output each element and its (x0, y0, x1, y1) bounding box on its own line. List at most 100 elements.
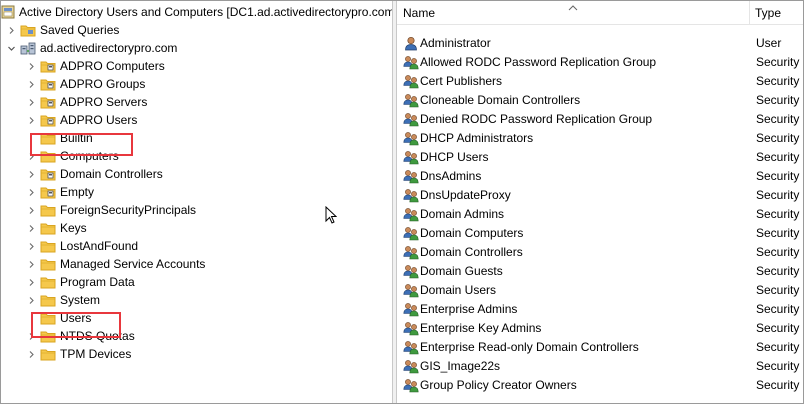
ou-folder-icon (40, 167, 56, 181)
list-row-name: GIS_Image22s (420, 359, 501, 373)
console-tree-pane[interactable]: Active Directory Users and Computers [DC… (1, 1, 392, 403)
list-row[interactable]: Cloneable Domain Controllers Security (397, 91, 803, 110)
list-row[interactable]: DHCP Administrators Security (397, 129, 803, 148)
list-row[interactable]: Cert Publishers Security (397, 72, 803, 91)
list-row-name: DHCP Users (420, 150, 489, 164)
list-row[interactable]: Domain Users Security (397, 281, 803, 300)
tree-item[interactable]: ADPRO Users (1, 111, 392, 129)
chevron-right-icon[interactable] (25, 255, 37, 273)
chevron-right-icon[interactable] (25, 57, 37, 75)
list-row-name: Allowed RODC Password Replication Group (420, 55, 657, 69)
tree-item[interactable]: Saved Queries (1, 21, 392, 39)
group-icon (403, 359, 419, 374)
chevron-right-icon[interactable] (25, 345, 37, 363)
tree-item[interactable]: Domain Controllers (1, 165, 392, 183)
list-row-type: Security (756, 150, 800, 164)
chevron-right-icon[interactable] (5, 21, 17, 39)
domain-icon (20, 41, 36, 55)
folder-icon (40, 293, 56, 307)
list-row-type: Security (756, 359, 800, 373)
tree-item-label: ADPRO Computers (60, 59, 165, 73)
column-header-type[interactable]: Type (755, 1, 781, 25)
list-row-type: Security (756, 226, 800, 240)
list-row[interactable]: Allowed RODC Password Replication Group S… (397, 53, 803, 72)
list-row-type: Security (756, 55, 800, 69)
list-row[interactable]: Enterprise Read-only Domain Controllers S… (397, 338, 803, 357)
tree-item-label: Keys (60, 221, 87, 235)
list-row-type: Security (756, 283, 800, 297)
tree-item[interactable]: ADPRO Servers (1, 93, 392, 111)
list-row-name: Domain Users (420, 283, 497, 297)
list-row-name: Domain Guests (420, 264, 503, 278)
list-row-name: Enterprise Admins (420, 302, 518, 316)
list-row-name: Administrator (420, 36, 491, 50)
tree-item-label: ADPRO Servers (60, 95, 148, 109)
group-icon (403, 188, 419, 203)
list-row-type: Security (756, 302, 800, 316)
list-row[interactable]: Domain Controllers Security (397, 243, 803, 262)
list-row[interactable]: Domain Guests Security (397, 262, 803, 281)
chevron-right-icon[interactable] (25, 273, 37, 291)
list-row-name: Denied RODC Password Replication Group (420, 112, 653, 126)
tree-item[interactable]: System (1, 291, 392, 309)
list-row-type: Security (756, 188, 800, 202)
list-row-name: Domain Controllers (420, 245, 523, 259)
list-row-type: Security (756, 93, 800, 107)
list-row[interactable]: Enterprise Key Admins Security (397, 319, 803, 338)
sort-ascending-icon (568, 5, 578, 11)
chevron-right-icon[interactable] (25, 237, 37, 255)
list-row-type: Security (756, 245, 800, 259)
group-icon (403, 207, 419, 222)
list-row[interactable]: Enterprise Admins Security (397, 300, 803, 319)
tree-root-label: Active Directory Users and Computers [DC… (19, 5, 392, 19)
tree-item[interactable]: ADPRO Groups (1, 75, 392, 93)
chevron-right-icon[interactable] (25, 165, 37, 183)
list-row[interactable]: DHCP Users Security (397, 148, 803, 167)
chevron-right-icon[interactable] (25, 75, 37, 93)
list-row[interactable]: Denied RODC Password Replication Group Se… (397, 110, 803, 129)
column-separator[interactable] (749, 1, 750, 25)
folder-icon (40, 257, 56, 271)
tree-item[interactable]: Empty (1, 183, 392, 201)
tree-item-label: ADPRO Groups (60, 77, 146, 91)
tree-item[interactable]: LostAndFound (1, 237, 392, 255)
chevron-right-icon[interactable] (25, 291, 37, 309)
tree-item[interactable]: Program Data (1, 273, 392, 291)
results-list-pane[interactable]: Name Type Administrator User Allowed RODC … (397, 1, 803, 403)
chevron-right-icon[interactable] (25, 201, 37, 219)
tree-item-label: Managed Service Accounts (60, 257, 206, 271)
tree-item[interactable]: Managed Service Accounts (1, 255, 392, 273)
tree-item[interactable]: ADPRO Computers (1, 57, 392, 75)
list-row[interactable]: Group Policy Creator Owners Security (397, 376, 803, 395)
tree-item-label: System (60, 293, 101, 307)
tree-item-label: Saved Queries (40, 23, 120, 37)
folder-icon (40, 239, 56, 253)
tree-item-label: Empty (60, 185, 95, 199)
ou-folder-icon (40, 185, 56, 199)
list-row-name: Cert Publishers (420, 74, 503, 88)
tree-item[interactable]: ad.activedirectorypro.com (1, 39, 392, 57)
folder-icon (40, 275, 56, 289)
list-row-name: Enterprise Key Admins (420, 321, 542, 335)
list-row[interactable]: Domain Computers Security (397, 224, 803, 243)
list-row[interactable]: DnsUpdateProxy Security (397, 186, 803, 205)
column-header-name[interactable]: Name (403, 1, 435, 25)
chevron-right-icon[interactable] (25, 93, 37, 111)
mouse-cursor-icon (325, 206, 337, 224)
chevron-right-icon[interactable] (25, 219, 37, 237)
list-row[interactable]: Domain Admins Security (397, 205, 803, 224)
chevron-down-icon[interactable] (5, 39, 17, 57)
chevron-right-icon[interactable] (25, 183, 37, 201)
tree-root[interactable]: Active Directory Users and Computers [DC… (1, 3, 392, 21)
list-row[interactable]: Administrator User (397, 34, 803, 53)
list-row-name: Domain Computers (420, 226, 524, 240)
chevron-right-icon[interactable] (25, 111, 37, 129)
tree-item[interactable]: TPM Devices (1, 345, 392, 363)
folder-icon (40, 221, 56, 235)
group-icon (403, 264, 419, 279)
folder-icon (40, 347, 56, 361)
list-row[interactable]: GIS_Image22s Security (397, 357, 803, 376)
list-row[interactable]: DnsAdmins Security (397, 167, 803, 186)
group-icon (403, 378, 419, 393)
ou-folder-icon (40, 77, 56, 91)
